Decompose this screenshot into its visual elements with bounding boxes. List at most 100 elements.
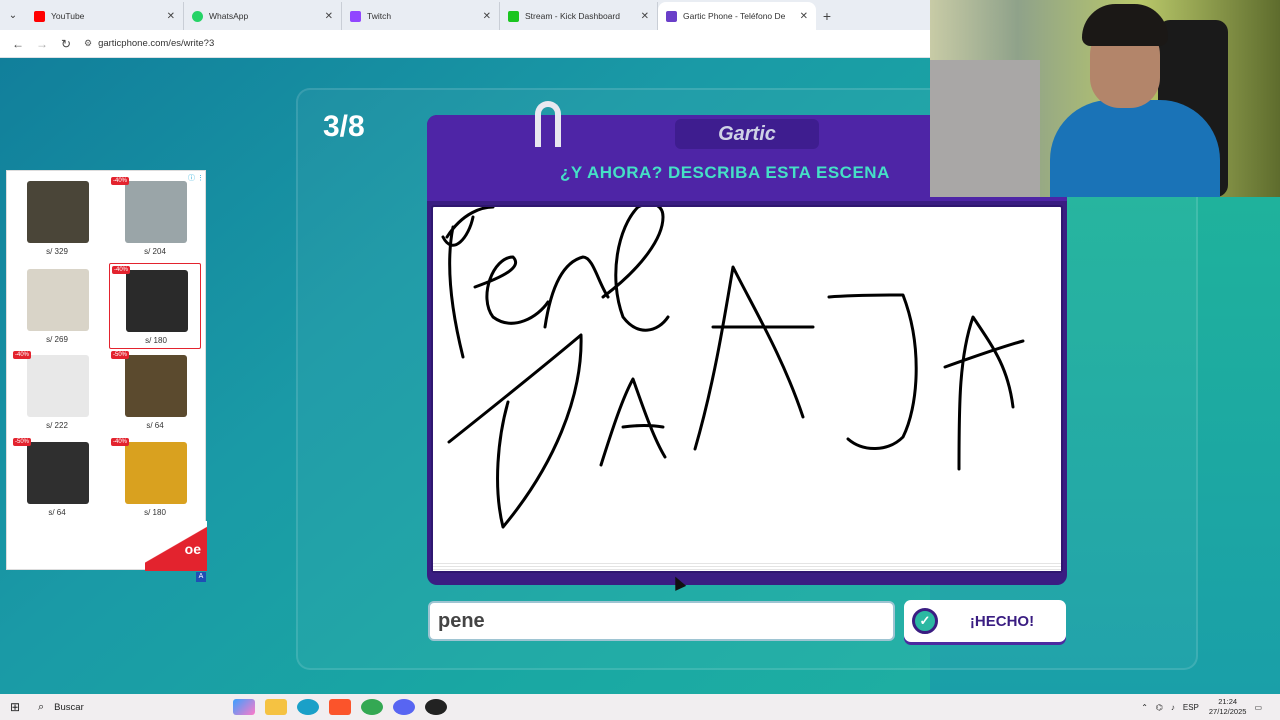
discord-icon[interactable] bbox=[393, 699, 415, 715]
windows-start-icon[interactable]: ⊞ bbox=[0, 700, 30, 714]
chrome-icon[interactable] bbox=[361, 699, 383, 715]
answer-input[interactable]: pene bbox=[428, 601, 895, 641]
ad-mark[interactable]: A bbox=[196, 572, 206, 582]
ad-brand-text: oe bbox=[184, 541, 201, 557]
tab-title: WhatsApp bbox=[209, 11, 249, 21]
notification-icon[interactable]: ▭ bbox=[1254, 703, 1262, 712]
search-icon: ⌕ bbox=[38, 700, 45, 713]
ad-product[interactable]: -50% s/ 64 bbox=[11, 436, 103, 522]
discount-badge: -40% bbox=[111, 438, 130, 446]
network-icon[interactable]: ⌬ bbox=[1156, 703, 1163, 712]
brave-icon[interactable] bbox=[329, 699, 351, 715]
done-label: ¡HECHO! bbox=[969, 612, 1035, 630]
shoe-image bbox=[27, 181, 89, 243]
ad-price: s/ 222 bbox=[46, 421, 68, 430]
shoe-image bbox=[27, 269, 89, 331]
ad-product[interactable]: -40% s/ 204 bbox=[109, 175, 201, 261]
tab-strip: ⌄ YouTube ✕ WhatsApp ✕ Twitch ✕ Stream -… bbox=[0, 0, 930, 30]
chevron-up-icon[interactable]: ⌃ bbox=[1141, 703, 1148, 712]
tab-title: Gartic Phone - Teléfono De bbox=[683, 11, 786, 21]
tab-gartic[interactable]: Gartic Phone - Teléfono De ✕ bbox=[658, 2, 816, 30]
shoe-image bbox=[27, 442, 89, 504]
taskbar-search[interactable]: ⌕ Buscar bbox=[30, 694, 220, 720]
close-tab-icon[interactable]: ✕ bbox=[800, 11, 808, 22]
canvas-pages bbox=[433, 563, 1061, 571]
discount-badge: -50% bbox=[13, 438, 32, 446]
round-counter: 3/8 bbox=[323, 110, 365, 143]
drawing-canvas bbox=[431, 205, 1063, 573]
tab-kick[interactable]: Stream - Kick Dashboard ✕ bbox=[500, 2, 658, 30]
shoe-image bbox=[125, 355, 187, 417]
ad-price: s/ 329 bbox=[46, 247, 68, 256]
back-icon[interactable]: ← bbox=[6, 37, 30, 51]
ad-price: s/ 204 bbox=[144, 247, 166, 256]
youtube-icon bbox=[34, 10, 45, 22]
tab-title: YouTube bbox=[51, 11, 85, 21]
discount-badge: -40% bbox=[111, 177, 130, 185]
ad-product[interactable]: s/ 329 bbox=[11, 175, 103, 261]
lang-indicator[interactable]: ESP bbox=[1183, 703, 1199, 712]
ad-price: s/ 64 bbox=[48, 508, 66, 517]
shoe-image bbox=[125, 181, 187, 243]
gartic-icon bbox=[666, 10, 677, 22]
tab-twitch[interactable]: Twitch ✕ bbox=[342, 2, 500, 30]
close-tab-icon[interactable]: ✕ bbox=[167, 11, 175, 22]
webcam-overlay bbox=[930, 0, 1280, 197]
search-label: Buscar bbox=[54, 701, 84, 713]
ad-price: s/ 180 bbox=[144, 508, 166, 517]
shoe-image bbox=[27, 355, 89, 417]
ad-product[interactable]: -40% s/ 222 bbox=[11, 349, 103, 435]
webcam-person-hair bbox=[1082, 4, 1168, 46]
new-tab-button[interactable]: + bbox=[816, 2, 838, 30]
ad-product[interactable]: -40% s/ 180 bbox=[109, 436, 201, 522]
done-button[interactable]: ✓ ¡HECHO! bbox=[904, 600, 1066, 642]
edge-icon[interactable] bbox=[297, 699, 319, 715]
twitch-icon bbox=[350, 10, 361, 22]
screen: ⌄ YouTube ✕ WhatsApp ✕ Twitch ✕ Stream -… bbox=[0, 0, 1280, 720]
shoe-image bbox=[126, 270, 188, 332]
clock[interactable]: 21:24 27/12/2025 bbox=[1209, 697, 1247, 717]
ad-product[interactable]: -40% s/ 180 bbox=[109, 263, 201, 349]
close-tab-icon[interactable]: ✕ bbox=[641, 11, 649, 22]
discount-badge: -50% bbox=[111, 351, 130, 359]
copilot-icon[interactable] bbox=[233, 699, 255, 715]
file-explorer-icon[interactable] bbox=[265, 699, 287, 715]
tab-title: Twitch bbox=[367, 11, 392, 21]
ad-price: s/ 269 bbox=[46, 335, 68, 344]
obs-icon[interactable] bbox=[425, 699, 447, 715]
close-tab-icon[interactable]: ✕ bbox=[325, 11, 333, 22]
webcam-person-body bbox=[1050, 100, 1220, 197]
ad-price: s/ 180 bbox=[145, 336, 167, 345]
ad-product[interactable]: -50% s/ 64 bbox=[109, 349, 201, 435]
reload-icon[interactable]: ↻ bbox=[54, 37, 78, 51]
drawing-strokes bbox=[441, 207, 1025, 529]
clock-date: 27/12/2025 bbox=[1208, 707, 1247, 716]
clip-icon bbox=[535, 101, 561, 147]
advertisement[interactable]: ⓘ ⋮ s/ 329 -40% s/ 204 s/ 269 -40% s/ 18… bbox=[6, 170, 207, 571]
check-icon: ✓ bbox=[912, 608, 938, 634]
shoe-image bbox=[125, 442, 187, 504]
discount-badge: -40% bbox=[13, 351, 32, 359]
kick-icon bbox=[508, 10, 519, 22]
volume-icon[interactable]: ♪ bbox=[1171, 703, 1175, 712]
tab-title: Stream - Kick Dashboard bbox=[525, 11, 620, 21]
ad-price: s/ 64 bbox=[146, 421, 164, 430]
taskbar-apps bbox=[228, 699, 452, 715]
close-tab-icon[interactable]: ✕ bbox=[483, 11, 491, 22]
url-text: garticphone.com/es/write?3 bbox=[98, 38, 215, 49]
webcam-background bbox=[930, 60, 1040, 197]
site-info-icon[interactable]: ⚙ bbox=[84, 38, 92, 49]
ad-brand-logo[interactable]: oe bbox=[145, 521, 207, 571]
forward-icon[interactable]: → bbox=[30, 37, 54, 51]
ad-product[interactable]: s/ 269 bbox=[11, 263, 103, 349]
system-tray: ⌃ ⌬ ♪ ESP 21:24 27/12/2025 ▭ bbox=[1133, 694, 1262, 720]
whatsapp-icon bbox=[192, 10, 203, 22]
clock-time: 21:24 bbox=[1218, 697, 1238, 706]
tab-youtube[interactable]: YouTube ✕ bbox=[26, 2, 184, 30]
tab-search-icon[interactable]: ⌄ bbox=[0, 0, 26, 30]
taskbar: ⊞ ⌕ Buscar ⌃ ⌬ ♪ ESP 21:24 27/12/2025 ▭ bbox=[0, 694, 1280, 720]
tab-whatsapp[interactable]: WhatsApp ✕ bbox=[184, 2, 342, 30]
discount-badge: -40% bbox=[112, 266, 131, 274]
url-field[interactable]: ⚙ garticphone.com/es/write?3 bbox=[84, 38, 214, 49]
address-bar: ← → ↻ ⚙ garticphone.com/es/write?3 bbox=[0, 30, 930, 58]
